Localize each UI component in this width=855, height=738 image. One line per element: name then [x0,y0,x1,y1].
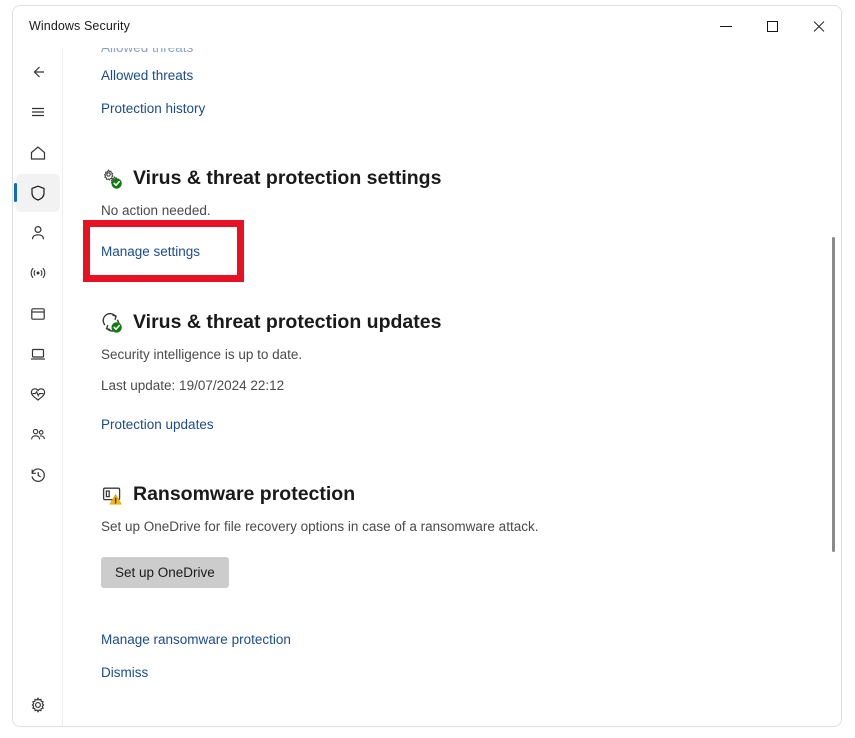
wifi-signal-icon [28,263,48,283]
description-ransomware-protection: Set up OneDrive for file recovery option… [101,519,539,534]
maximize-button[interactable] [749,6,795,46]
title-bar: Windows Security [13,6,841,48]
main-content-area: Allowed threats Allowed threats Protecti… [63,48,841,726]
back-arrow-icon [28,62,48,82]
section-header-virus-threat-protection-settings: Virus & threat protection settings [101,167,441,190]
section-header-ransomware-protection: Ransomware protection [101,483,355,506]
gear-icon [28,695,48,715]
sidebar-item-firewall-network-protection[interactable] [16,254,60,292]
sidebar-item-app-browser-control[interactable] [16,295,60,333]
laptop-icon [28,344,48,364]
link-dismiss[interactable]: Dismiss [101,665,148,680]
status-virus-threat-protection-updates: Security intelligence is up to date. [101,347,303,362]
link-protection-updates[interactable]: Protection updates [101,417,214,432]
sidebar-item-device-performance-health[interactable] [16,375,60,413]
maximize-icon [766,20,778,32]
sidebar-item-family-options[interactable] [16,416,60,454]
home-icon [28,143,48,163]
minimize-button[interactable] [703,6,749,46]
clipped-scrolled-text: Allowed threats [101,48,193,55]
sidebar-item-home[interactable] [16,134,60,172]
link-protection-history[interactable]: Protection history [101,101,205,116]
last-update-timestamp: Last update: 19/07/2024 22:12 [101,378,285,393]
set-up-onedrive-button[interactable]: Set up OneDrive [101,557,229,588]
hamburger-menu-icon [28,102,48,122]
shield-icon [28,183,48,203]
hamburger-menu-button[interactable] [16,93,60,131]
sidebar-item-protection-history[interactable] [16,456,60,494]
link-allowed-threats[interactable]: Allowed threats [101,68,193,83]
section-title-virus-threat-protection-settings: Virus & threat protection settings [133,167,442,189]
link-manage-settings[interactable]: Manage settings [101,244,200,259]
ransomware-monitor-icon [101,484,123,506]
section-header-virus-threat-protection-updates: Virus & threat protection updates [101,311,441,334]
content-scrollbar[interactable] [828,92,838,718]
sidebar-navigation [13,48,63,726]
section-title-virus-threat-protection-updates: Virus & threat protection updates [133,311,442,333]
back-button[interactable] [16,53,60,91]
history-clock-icon [28,465,48,485]
windows-security-window: Windows Security Allowed threats Protect… [12,5,842,727]
minimize-icon [720,25,732,27]
app-window-icon [28,304,48,324]
scrollbar-thumb[interactable] [832,237,835,552]
close-icon [812,20,825,33]
refresh-circle-icon [101,312,123,334]
sidebar-item-settings[interactable] [16,686,60,724]
window-title: Windows Security [29,19,130,33]
gears-icon [101,168,123,190]
section-title-ransomware-protection: Ransomware protection [133,483,356,505]
heart-pulse-icon [28,384,48,404]
sidebar-item-virus-threat-protection[interactable] [14,174,60,212]
close-button[interactable] [795,6,841,46]
status-virus-threat-protection-settings: No action needed. [101,203,211,218]
link-manage-ransomware-protection[interactable]: Manage ransomware protection [101,632,291,647]
people-icon [28,425,48,445]
sidebar-item-device-security[interactable] [16,335,60,373]
person-icon [28,223,48,243]
sidebar-item-account-protection[interactable] [16,214,60,252]
